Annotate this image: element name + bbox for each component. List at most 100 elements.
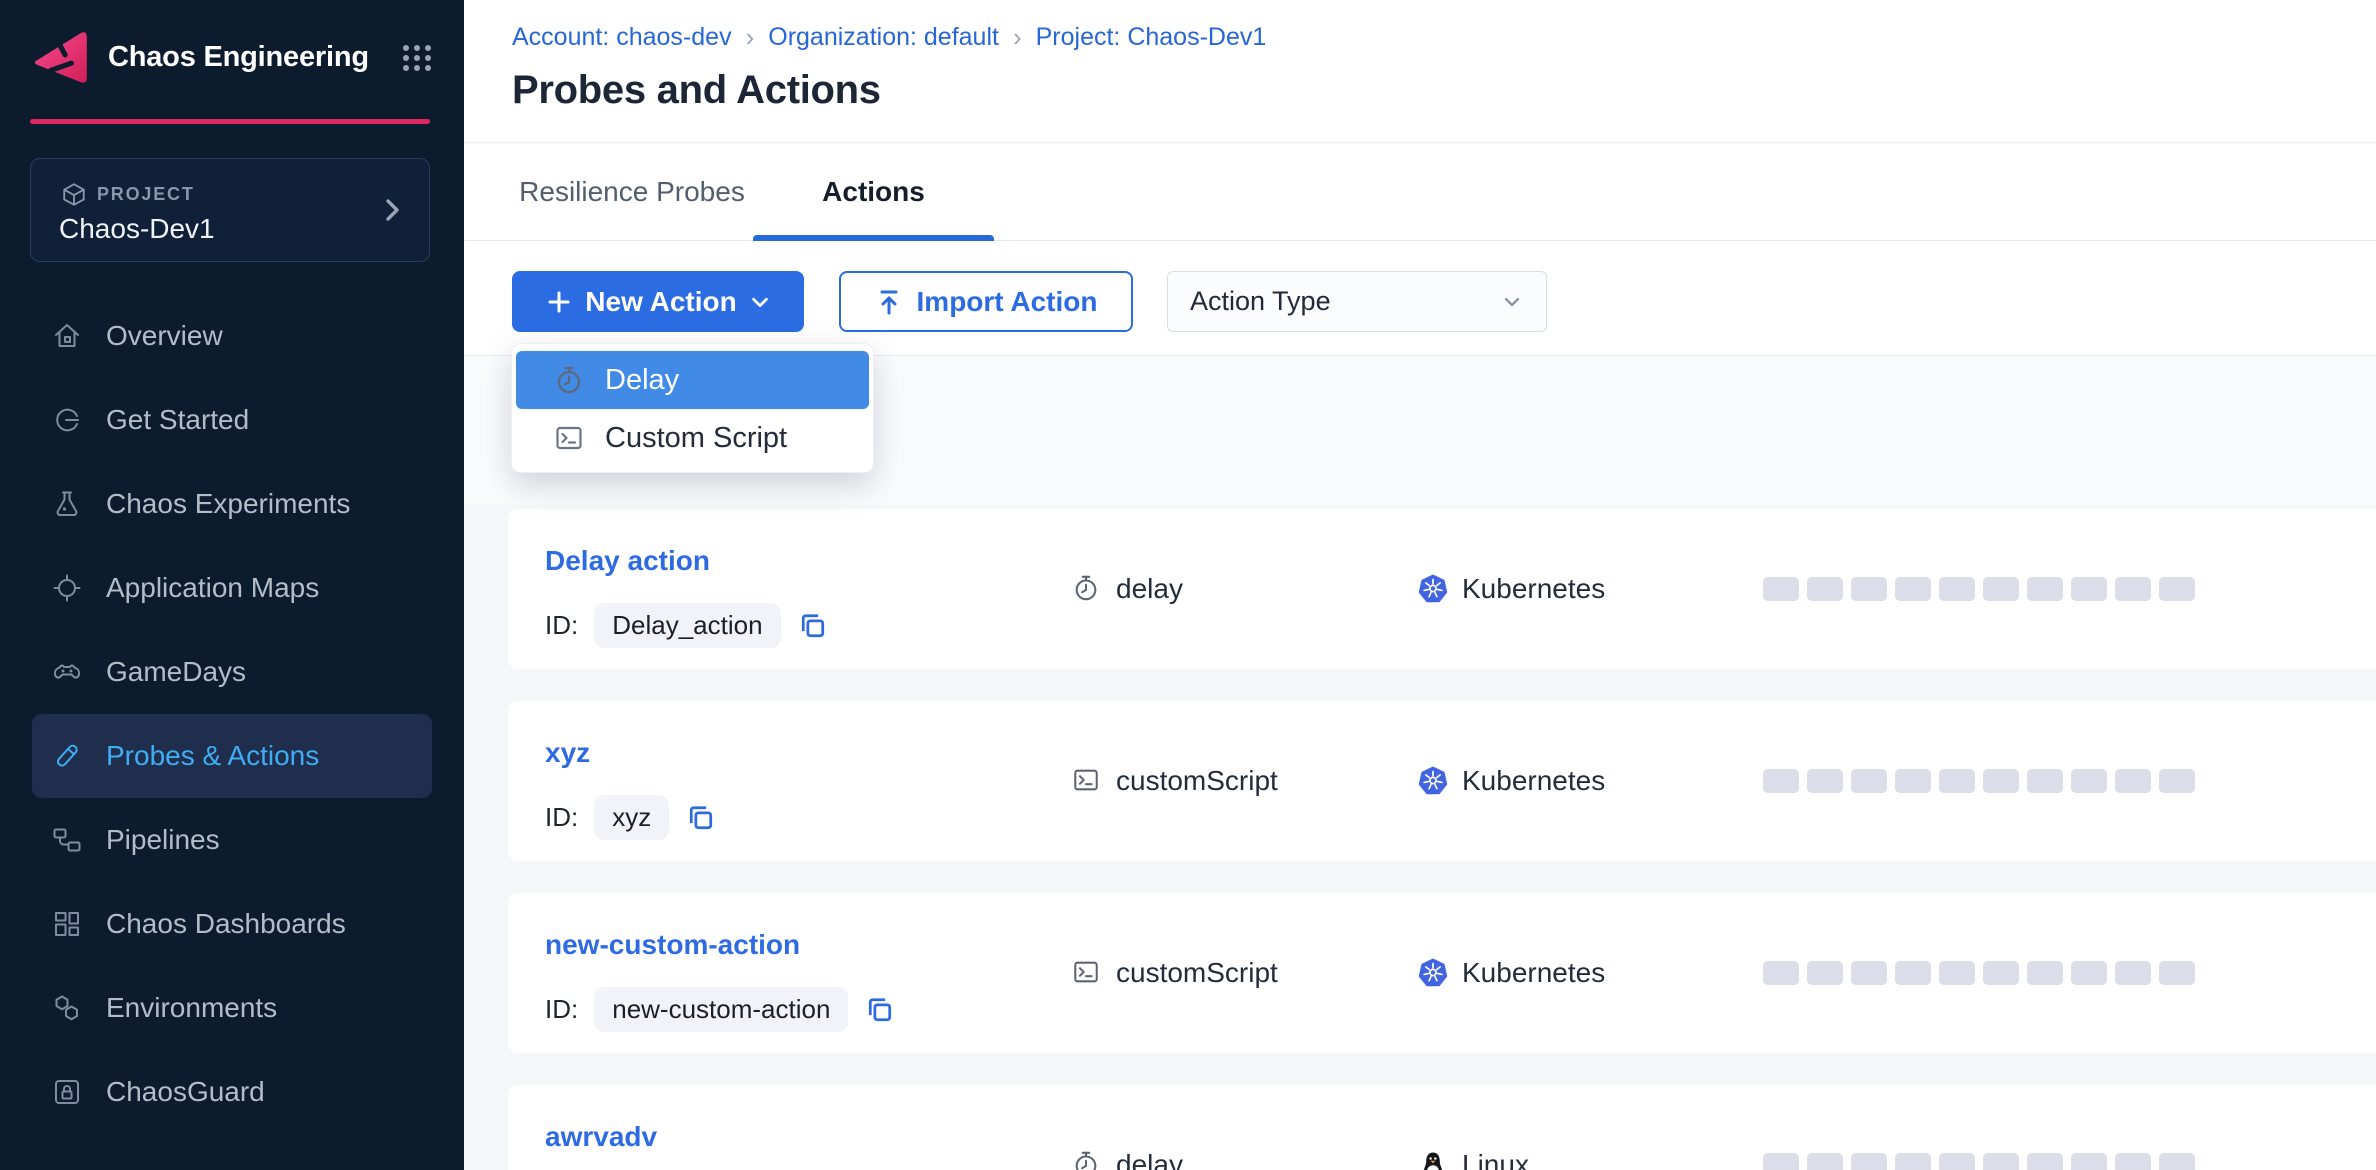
execution-result-placeholder bbox=[1895, 961, 1931, 985]
sidebar-item-chaos-dashboards[interactable]: Chaos Dashboards bbox=[0, 882, 464, 966]
actions-table-body: Delay action ID: Delay_action delay Kube… bbox=[464, 505, 2376, 1170]
sidebar-item-application-maps[interactable]: Application Maps bbox=[0, 546, 464, 630]
execution-result-placeholder bbox=[1939, 769, 1975, 793]
action-row: xyz ID: xyz customScript Kubernetes bbox=[508, 701, 2376, 861]
import-action-button[interactable]: Import Action bbox=[839, 271, 1133, 332]
project-selector[interactable]: PROJECT Chaos-Dev1 bbox=[30, 158, 430, 262]
sidebar-item-gamedays[interactable]: GameDays bbox=[0, 630, 464, 714]
action-row: Delay action ID: Delay_action delay Kube… bbox=[508, 509, 2376, 669]
sidebar-item-label: Overview bbox=[106, 320, 223, 352]
infrastructure-text: Kubernetes bbox=[1462, 957, 1605, 989]
infrastructure-cell: Kubernetes bbox=[1418, 893, 1605, 1053]
module-grid-icon[interactable] bbox=[400, 40, 434, 74]
sidebar-item-get-started[interactable]: Get Started bbox=[0, 378, 464, 462]
copy-id-button[interactable] bbox=[685, 802, 717, 834]
execution-result-placeholder bbox=[1939, 577, 1975, 601]
execution-result-placeholder bbox=[2115, 1153, 2151, 1170]
sidebar-item-environments[interactable]: Environments bbox=[0, 966, 464, 1050]
infrastructure-text: Kubernetes bbox=[1462, 573, 1605, 605]
new-action-button[interactable]: New Action bbox=[512, 271, 804, 332]
plus-icon bbox=[545, 288, 573, 316]
execution-result-placeholder bbox=[1983, 961, 2019, 985]
execution-result-placeholder bbox=[2071, 1153, 2107, 1170]
project-selector-label: PROJECT bbox=[97, 184, 195, 205]
target-icon bbox=[52, 573, 82, 603]
dashboard-icon bbox=[52, 909, 82, 939]
stopwatch-icon bbox=[554, 365, 584, 395]
sidebar-item-pipelines[interactable]: Pipelines bbox=[0, 798, 464, 882]
infrastructure-text: Linux bbox=[1462, 1149, 1529, 1170]
action-id-value: Delay_action bbox=[594, 603, 780, 648]
action-name-link[interactable]: awrvadv bbox=[545, 1121, 657, 1153]
execution-result-placeholder bbox=[2159, 769, 2195, 793]
menu-item-custom-script[interactable]: Custom Script bbox=[516, 409, 869, 467]
sidebar-item-chaosguard[interactable]: ChaosGuard bbox=[0, 1050, 464, 1134]
sidebar-item-label: Environments bbox=[106, 992, 277, 1024]
get-started-icon bbox=[52, 405, 82, 435]
execution-result-placeholder bbox=[2027, 769, 2063, 793]
tabbar: Resilience Probes Actions bbox=[464, 142, 2376, 241]
copy-icon bbox=[797, 610, 829, 642]
infrastructure-cell: Kubernetes bbox=[1418, 509, 1605, 669]
tab-actions[interactable]: Actions bbox=[753, 142, 994, 241]
execution-result-placeholder bbox=[2115, 577, 2151, 601]
breadcrumb-account-link[interactable]: Account: chaos-dev bbox=[512, 23, 732, 52]
project-name: Chaos-Dev1 bbox=[59, 213, 215, 245]
recent-execution-results bbox=[1763, 1153, 2195, 1170]
action-type-text: delay bbox=[1116, 573, 1183, 605]
sidebar-item-overview[interactable]: Overview bbox=[0, 294, 464, 378]
execution-result-placeholder bbox=[2027, 1153, 2063, 1170]
home-icon bbox=[52, 321, 82, 351]
hexagons-icon bbox=[52, 993, 82, 1023]
execution-result-placeholder bbox=[2071, 961, 2107, 985]
copy-id-button[interactable] bbox=[797, 610, 829, 642]
execution-result-placeholder bbox=[1807, 577, 1843, 601]
stopwatch-icon bbox=[1072, 1150, 1100, 1170]
action-id-line: ID: xyz bbox=[545, 795, 717, 840]
breadcrumb-organization-link[interactable]: Organization: default bbox=[768, 23, 999, 52]
new-action-dropdown-menu: Delay Custom Script bbox=[511, 343, 874, 473]
action-id-line: ID: Delay_action bbox=[545, 603, 829, 648]
stopwatch-icon bbox=[1072, 574, 1100, 602]
action-name-link[interactable]: Delay action bbox=[545, 545, 710, 577]
sidebar-item-chaos-experiments[interactable]: Chaos Experiments bbox=[0, 462, 464, 546]
chevron-down-icon bbox=[749, 291, 771, 313]
sidebar-item-label: Get Started bbox=[106, 404, 249, 436]
execution-result-placeholder bbox=[1763, 769, 1799, 793]
breadcrumb-project-link[interactable]: Project: Chaos-Dev1 bbox=[1036, 23, 1267, 52]
active-tab-underline bbox=[753, 235, 994, 241]
execution-result-placeholder bbox=[1851, 1153, 1887, 1170]
execution-result-placeholder bbox=[1807, 769, 1843, 793]
sidebar-item-probes-and-actions[interactable]: Probes & Actions bbox=[32, 714, 432, 798]
action-id-value: xyz bbox=[594, 795, 669, 840]
action-type-cell: customScript bbox=[1072, 701, 1278, 861]
kubernetes-icon bbox=[1418, 958, 1448, 988]
sidebar-item-label: ChaosGuard bbox=[106, 1076, 265, 1108]
action-type-select[interactable]: Action Type bbox=[1167, 271, 1547, 332]
action-type-cell: delay bbox=[1072, 1085, 1183, 1170]
terminal-icon bbox=[554, 423, 584, 453]
chevron-right-icon bbox=[379, 193, 405, 227]
id-label: ID: bbox=[545, 610, 578, 641]
menu-item-label: Delay bbox=[605, 364, 679, 397]
chevron-down-icon bbox=[1500, 290, 1524, 314]
kubernetes-icon bbox=[1418, 766, 1448, 796]
probe-icon bbox=[52, 741, 82, 771]
recent-execution-results bbox=[1763, 961, 2195, 985]
copy-id-button[interactable] bbox=[864, 994, 896, 1026]
execution-result-placeholder bbox=[1895, 577, 1931, 601]
menu-item-delay[interactable]: Delay bbox=[516, 351, 869, 409]
sidebar-item-label: Pipelines bbox=[106, 824, 220, 856]
action-name-link[interactable]: xyz bbox=[545, 737, 590, 769]
terminal-icon bbox=[1072, 958, 1100, 986]
tab-resilience-probes[interactable]: Resilience Probes bbox=[512, 142, 752, 241]
upload-icon bbox=[875, 288, 903, 316]
cube-icon bbox=[61, 181, 87, 207]
new-action-label: New Action bbox=[585, 286, 736, 318]
menu-item-label: Custom Script bbox=[605, 422, 787, 455]
action-name-link[interactable]: new-custom-action bbox=[545, 929, 800, 961]
lock-icon bbox=[52, 1077, 82, 1107]
brand-divider bbox=[30, 119, 430, 124]
gamepad-icon bbox=[52, 657, 82, 687]
sidebar-item-label: Chaos Dashboards bbox=[106, 908, 346, 940]
